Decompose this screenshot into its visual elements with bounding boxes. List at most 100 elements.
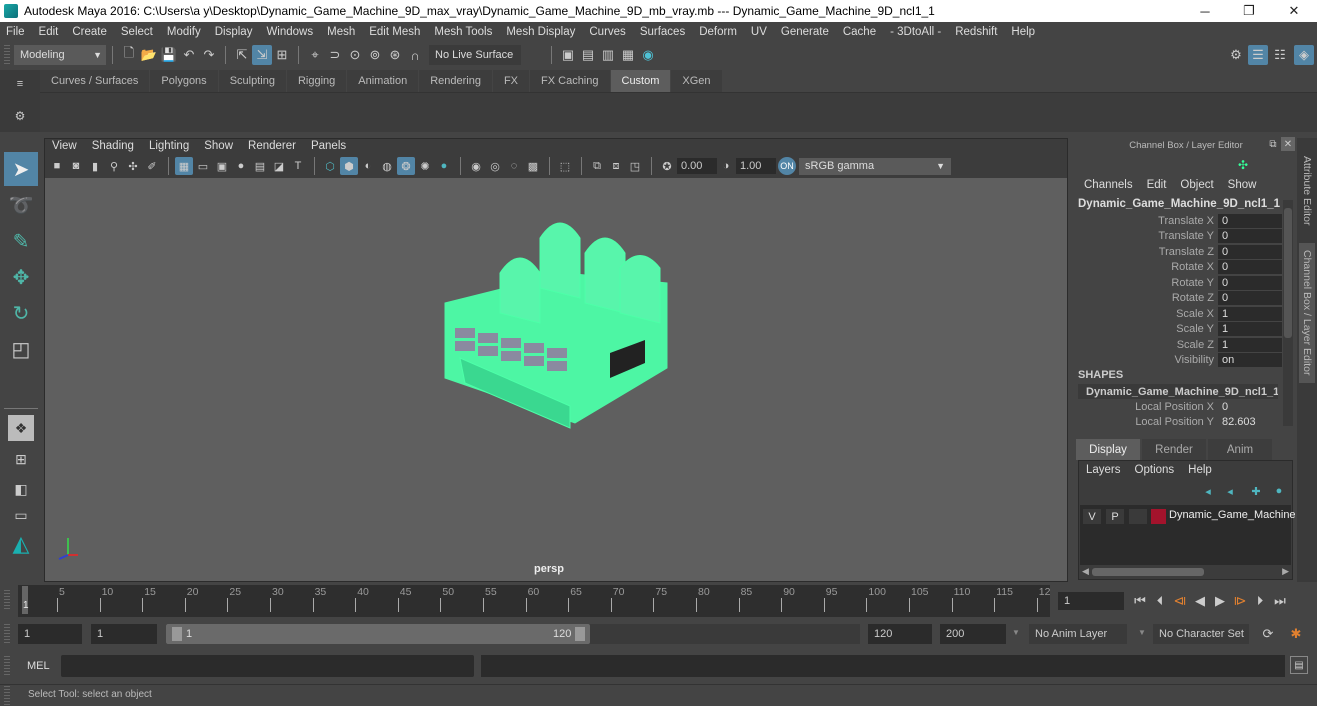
exposure-icon[interactable]: ✪	[658, 157, 676, 175]
cb-menu-edit[interactable]: Edit	[1147, 179, 1167, 191]
xray-active-icon[interactable]: ⧈	[607, 157, 625, 175]
channel-value[interactable]: 0	[1218, 228, 1282, 243]
live-surface-field[interactable]: No Live Surface	[429, 45, 521, 65]
channel-box-scrollbar[interactable]	[1283, 200, 1293, 426]
use-default-material-icon[interactable]: ◐	[359, 157, 377, 175]
camera-attributes-icon[interactable]: ◙	[67, 157, 85, 175]
panel-menu-shading[interactable]: Shading	[92, 140, 134, 156]
layer-name[interactable]: Dynamic_Game_Machine	[1169, 509, 1296, 521]
modeling-toolkit-icon[interactable]: ⚙	[1226, 45, 1246, 65]
layer-hscrollbar[interactable]: ◀ ▶	[1080, 566, 1291, 578]
paint-select-tool-icon[interactable]: ✎	[4, 224, 38, 258]
menu-mesh-tools[interactable]: Mesh Tools	[434, 26, 492, 38]
panel-menu-renderer[interactable]: Renderer	[248, 140, 296, 156]
shelf-tab-curves-surfaces[interactable]: Curves / Surfaces	[40, 70, 150, 92]
minimize-button[interactable]: ─	[1182, 0, 1228, 22]
grip-handle[interactable]	[4, 624, 10, 644]
two-d-pan-icon[interactable]: ✣	[124, 157, 142, 175]
bookmark-icon[interactable]: ▮	[86, 157, 104, 175]
rotate-tool-icon[interactable]: ↻	[4, 296, 38, 330]
grip-handle[interactable]	[4, 656, 10, 676]
channel-value[interactable]: on	[1218, 352, 1282, 367]
layer-tab-render[interactable]: Render	[1142, 439, 1206, 460]
step-forward-frame-icon[interactable]: ⏵	[1250, 591, 1270, 611]
range-slider-track[interactable]	[166, 624, 590, 644]
new-layer-selected-icon[interactable]: ●	[1269, 481, 1289, 501]
four-view-layout-icon[interactable]: ⊞	[4, 445, 38, 473]
shape-name[interactable]: Dynamic_Game_Machine_9D_ncl1_1...	[1078, 384, 1278, 399]
color-management-toggle-icon[interactable]: ON	[778, 157, 796, 175]
chevron-down-icon[interactable]: ▼	[1138, 628, 1146, 637]
float-panel-icon[interactable]: ⧉	[1266, 137, 1280, 151]
channel-value[interactable]: 82.603	[1218, 415, 1282, 429]
channel-value[interactable]: 0	[1218, 275, 1282, 290]
menu-create[interactable]: Create	[72, 26, 107, 38]
channel-value[interactable]: 1	[1218, 337, 1282, 352]
field-chart-icon[interactable]: ▤	[251, 157, 269, 175]
cb-menu-object[interactable]: Object	[1180, 179, 1213, 191]
command-language-label[interactable]: MEL	[27, 660, 50, 672]
channel-value[interactable]: 1	[1218, 306, 1282, 321]
menu-help[interactable]: Help	[1011, 26, 1035, 38]
color-space-dropdown[interactable]: sRGB gamma ▼	[799, 157, 951, 175]
layer-color-swatch[interactable]	[1151, 509, 1166, 524]
layer-playback-toggle[interactable]: P	[1106, 509, 1124, 524]
menu-surfaces[interactable]: Surfaces	[640, 26, 685, 38]
timeline-layout-icon[interactable]: ▭	[4, 505, 38, 525]
panel-menu-lighting[interactable]: Lighting	[149, 140, 189, 156]
auto-key-icon[interactable]: ⟳	[1258, 624, 1278, 644]
shelf-tab-fx[interactable]: FX	[492, 70, 530, 92]
snap-grid-icon[interactable]: ⌖	[305, 45, 325, 65]
menu-generate[interactable]: Generate	[781, 26, 829, 38]
menu-windows[interactable]: Windows	[266, 26, 313, 38]
channel-row[interactable]: Translate X 0	[1078, 213, 1282, 228]
redo-icon[interactable]: ↷	[199, 45, 219, 65]
channel-row[interactable]: Scale Y 1	[1078, 321, 1282, 336]
shelf-tab-custom[interactable]: Custom	[610, 70, 671, 92]
grid-icon[interactable]: ▦	[175, 157, 193, 175]
character-set-dropdown[interactable]: No Character Set	[1153, 624, 1249, 644]
scene-start-field[interactable]: 1	[18, 624, 82, 644]
animation-preferences-icon[interactable]: ✱	[1286, 624, 1306, 644]
play-backwards-icon[interactable]: ◀	[1190, 591, 1210, 611]
playback-start-field[interactable]: 1	[91, 624, 157, 644]
grip-handle[interactable]	[4, 45, 10, 65]
magnet-icon[interactable]: ∩	[405, 45, 425, 65]
anim-layer-dropdown[interactable]: No Anim Layer	[1029, 624, 1127, 644]
lasso-tool-icon[interactable]: ➰	[4, 188, 38, 222]
channel-row[interactable]: Scale X 1	[1078, 306, 1282, 321]
panel-menu-show[interactable]: Show	[204, 140, 233, 156]
command-input[interactable]	[61, 655, 474, 677]
select-tool-icon[interactable]: ➤	[4, 152, 38, 186]
safe-action-icon[interactable]: ◪	[270, 157, 288, 175]
channel-box-tab[interactable]: Channel Box / Layer Editor	[1299, 243, 1315, 383]
channel-row[interactable]: Local Position Y 82.603	[1078, 414, 1282, 429]
channel-row[interactable]: Local Position X 0	[1078, 399, 1282, 414]
channel-row[interactable]: Rotate X 0	[1078, 259, 1282, 274]
move-tool-icon[interactable]: ✥	[4, 260, 38, 294]
play-forwards-icon[interactable]: ▶	[1210, 591, 1230, 611]
render-view-icon[interactable]: ▣	[558, 45, 578, 65]
outliner-layout-icon[interactable]: ◧	[4, 475, 38, 503]
cb-menu-show[interactable]: Show	[1228, 179, 1257, 191]
grip-handle[interactable]	[4, 590, 10, 610]
anti-aliasing-icon[interactable]: ◌	[505, 157, 523, 175]
hypershade-icon[interactable]: ◉	[638, 45, 658, 65]
channel-row[interactable]: Visibility on	[1078, 352, 1282, 367]
menu-cache[interactable]: Cache	[843, 26, 876, 38]
snap-live-icon[interactable]: ⊛	[385, 45, 405, 65]
layer-tab-anim[interactable]: Anim	[1208, 439, 1272, 460]
channel-row[interactable]: Rotate Y 0	[1078, 275, 1282, 290]
channel-value[interactable]: 0	[1218, 290, 1282, 305]
tool-settings-icon[interactable]: ☷	[1270, 45, 1290, 65]
lights-icon[interactable]: ✺	[416, 157, 434, 175]
scroll-right-icon[interactable]: ▶	[1282, 566, 1289, 577]
camera-icon[interactable]: ■	[48, 157, 66, 175]
new-scene-icon[interactable]: 🗋	[119, 45, 139, 65]
film-gate-icon[interactable]: ▭	[194, 157, 212, 175]
menu-file[interactable]: File	[6, 26, 25, 38]
channel-value[interactable]: 0	[1218, 244, 1282, 259]
panel-menu-panels[interactable]: Panels	[311, 140, 346, 156]
safe-title-icon[interactable]: T	[289, 157, 307, 175]
resolution-gate-icon[interactable]: ▣	[213, 157, 231, 175]
